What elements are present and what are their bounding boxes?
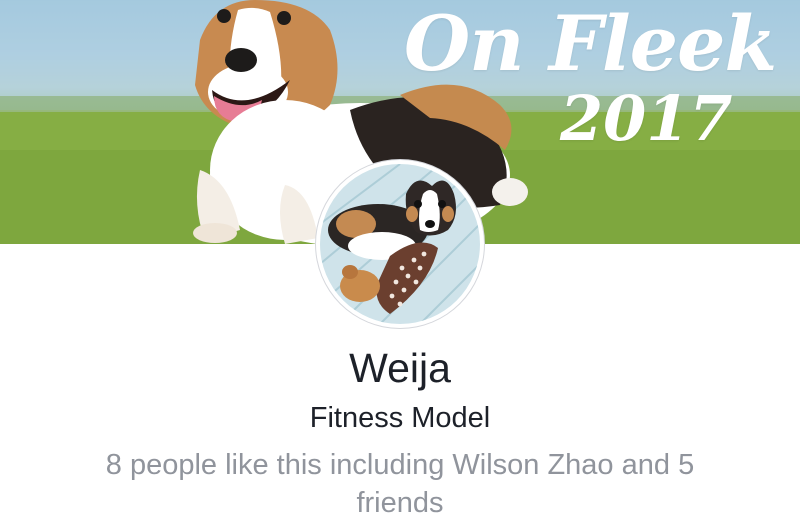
page-name: Weija	[349, 345, 451, 391]
cover-title-text: On Fleek	[404, 0, 777, 88]
page-category[interactable]: Fitness Model	[0, 400, 800, 436]
like-summary[interactable]: 8 people like this including Wilson Zhao…	[70, 446, 730, 522]
avatar-image	[320, 164, 480, 324]
cover-year-text: 2017	[560, 82, 733, 155]
profile-avatar[interactable]	[316, 160, 484, 328]
